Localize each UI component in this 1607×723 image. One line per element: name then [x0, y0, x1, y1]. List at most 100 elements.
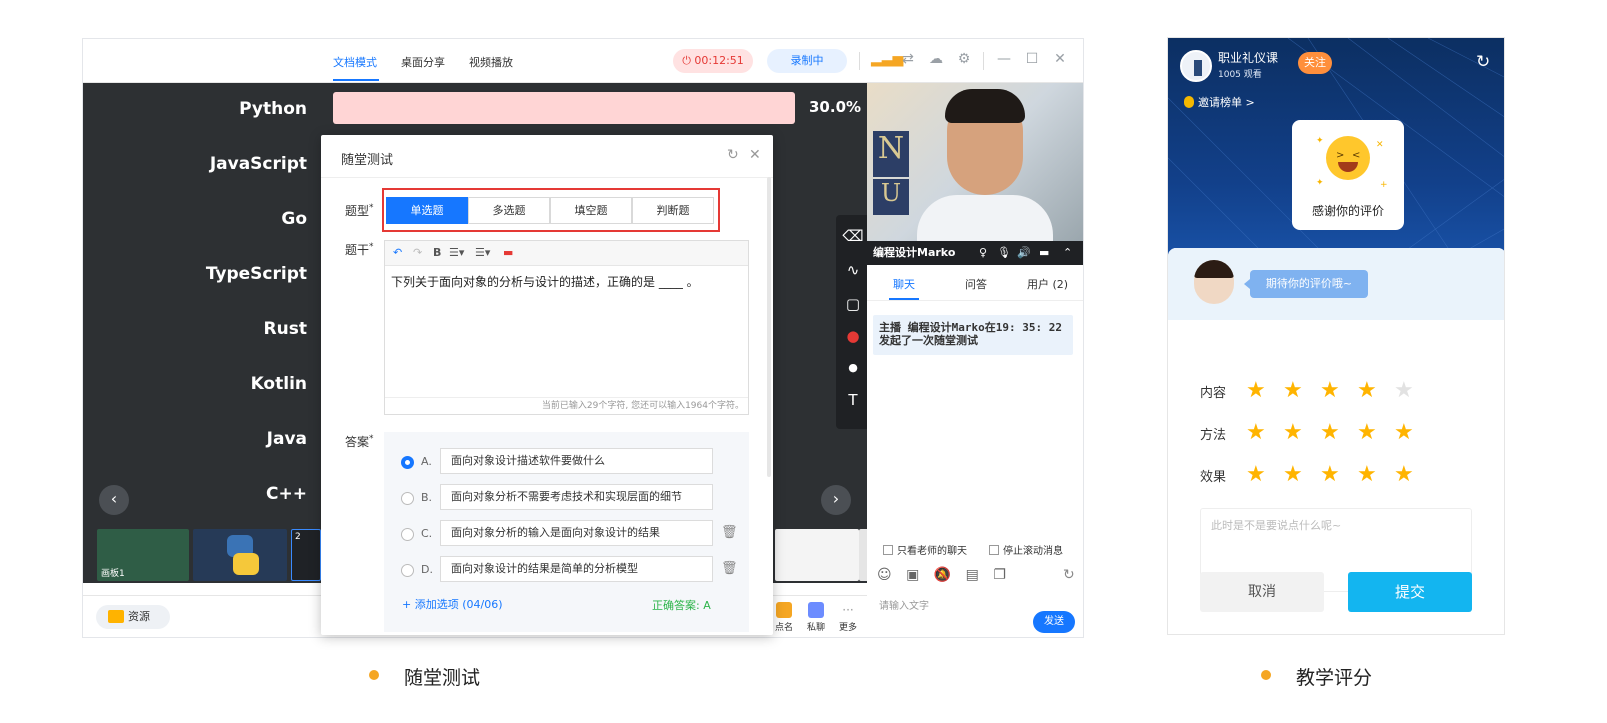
class-timer[interactable]: ⏻ 00:12:51 — [673, 49, 753, 73]
eraser-icon[interactable]: ⌫ — [836, 227, 870, 245]
option-d-input[interactable]: 面向对象设计的结果是简单的分析模型 — [440, 556, 713, 582]
user-icon[interactable]: ♀ — [979, 241, 987, 265]
trash-icon[interactable]: 🗑 — [721, 525, 738, 540]
tab-chat[interactable]: 聊天 — [893, 276, 915, 292]
settings-icon[interactable]: ⚙ — [955, 51, 973, 67]
resource-button[interactable]: 资源 — [96, 605, 170, 629]
send-button[interactable]: 发送 — [1033, 611, 1075, 633]
image-icon[interactable]: ▣ — [906, 567, 919, 583]
tie-icon — [1194, 60, 1202, 76]
star-icon[interactable]: ★ — [1283, 380, 1303, 402]
close-icon[interactable]: ✕ — [1051, 51, 1069, 67]
microphone-icon[interactable]: 🎙 — [997, 241, 1011, 265]
star-icon[interactable]: ★ — [1246, 464, 1266, 486]
private-chat-button[interactable]: 私聊 — [801, 602, 831, 633]
star-icon[interactable]: ★ — [1246, 380, 1266, 402]
rectangle-icon[interactable]: ▢ — [836, 295, 870, 313]
star-icon[interactable]: ★ — [1320, 464, 1340, 486]
image-insert-icon[interactable]: ▬ — [503, 246, 513, 259]
option-b-input[interactable]: 面向对象分析不需要考虑技术和实现层面的细节 — [440, 484, 713, 510]
redo-icon[interactable]: ↷ — [413, 246, 422, 259]
option-a-input[interactable]: 面向对象设计描述软件要做什么 — [440, 448, 713, 474]
thumbnail-slide[interactable] — [775, 529, 859, 581]
dialog-scrollbar[interactable] — [767, 177, 771, 477]
type-true-false[interactable]: 判断题 — [632, 197, 714, 224]
pen-icon[interactable]: ∿ — [836, 261, 870, 279]
refresh-icon[interactable]: ↻ — [1063, 567, 1075, 583]
star-icon[interactable]: ★ — [1357, 422, 1377, 444]
type-fill-blank[interactable]: 填空题 — [550, 197, 632, 224]
view-count: 1005 观看 — [1218, 70, 1262, 80]
trash-icon[interactable]: 🗑 — [721, 561, 738, 576]
chat-input[interactable]: 请输入文字 — [879, 597, 929, 612]
add-option-button[interactable]: + 添加选项 (04/06) — [402, 596, 503, 612]
type-single-choice[interactable]: 单选题 — [386, 197, 468, 224]
star-icon[interactable]: ★ — [1320, 380, 1340, 402]
speaker-icon[interactable]: 🔊 — [1017, 241, 1031, 265]
reload-icon[interactable]: ↻ — [727, 147, 739, 163]
option-b-radio[interactable] — [401, 492, 414, 505]
star-icon[interactable]: ★ — [1394, 380, 1414, 402]
roll-call-button[interactable]: 点名 — [769, 602, 799, 633]
close-icon[interactable]: ✕ — [749, 147, 761, 163]
prev-slide-button[interactable]: ‹ — [99, 485, 129, 515]
option-c-input[interactable]: 面向对象分析的输入是面向对象设计的结果 — [440, 520, 713, 546]
star-icon[interactable]: ★ — [1394, 422, 1414, 444]
course-avatar[interactable] — [1180, 50, 1212, 82]
maximize-icon[interactable]: ☐ — [1023, 51, 1041, 67]
bullet-list-icon[interactable]: ☰▾ — [475, 246, 490, 259]
switch-icon[interactable]: ⇄ — [899, 51, 917, 67]
star-icon[interactable]: ★ — [1283, 464, 1303, 486]
undo-icon[interactable]: ↶ — [393, 246, 402, 259]
thumbnail-python[interactable] — [193, 529, 287, 581]
upload-cloud-icon[interactable]: ☁ — [927, 51, 945, 67]
cancel-button[interactable]: 取消 — [1200, 572, 1324, 612]
teacher-hair — [1194, 260, 1234, 278]
thumbnail-whiteboard[interactable]: 画板1 — [97, 529, 189, 581]
type-multi-choice[interactable]: 多选题 — [468, 197, 550, 224]
collapse-icon[interactable]: ⌃ — [1063, 241, 1072, 265]
tab-users[interactable]: 用户 (2) — [1027, 276, 1068, 292]
minimize-icon[interactable]: — — [995, 51, 1013, 67]
laughing-face-icon: > < — [1326, 136, 1370, 180]
roll-call-label: 点名 — [774, 623, 793, 633]
screen-icon[interactable]: ▬ — [1039, 241, 1049, 265]
star-icon[interactable]: ★ — [1246, 422, 1266, 444]
star-icon[interactable]: ★ — [1357, 464, 1377, 486]
banner-letter: U — [873, 179, 909, 215]
bold-icon[interactable]: B — [433, 246, 441, 259]
more-button[interactable]: ··· 更多 — [833, 602, 863, 633]
teacher-video[interactable]: N U — [867, 83, 1083, 241]
ordered-list-icon[interactable]: ☰▾ — [449, 246, 464, 259]
tab-qa[interactable]: 问答 — [965, 276, 987, 292]
stem-label-text: 题干 — [345, 243, 370, 257]
message-icon[interactable]: ▤ — [966, 567, 979, 583]
stop-scroll-checkbox[interactable]: 停止滚动消息 — [989, 542, 1063, 557]
text-tool-icon[interactable]: T — [836, 391, 870, 409]
refresh-icon[interactable]: ↻ — [1476, 52, 1490, 72]
star-icon[interactable]: ★ — [1283, 422, 1303, 444]
invite-ranking-link[interactable]: 邀请榜单 > — [1184, 94, 1255, 110]
recording-button[interactable]: 录制中 — [767, 49, 847, 73]
copy-icon[interactable]: ❐ — [993, 567, 1006, 583]
option-d-radio[interactable] — [401, 564, 414, 577]
signal-icon[interactable]: ▂▃▅ — [871, 51, 903, 67]
star-icon[interactable]: ★ — [1394, 464, 1414, 486]
tab-document-mode[interactable]: 文档模式 — [333, 54, 377, 70]
question-stem-editor[interactable]: ↶ ↷ B ☰▾ ☰▾ ▬ 下列关于面向对象的分析与设计的描述，正确的是 ___… — [384, 240, 749, 415]
follow-button[interactable]: 关注 — [1298, 52, 1332, 74]
option-c-radio[interactable] — [401, 528, 414, 541]
tab-desktop-share[interactable]: 桌面分享 — [401, 54, 445, 70]
submit-button[interactable]: 提交 — [1348, 572, 1472, 612]
brush-size-icon[interactable]: ● — [836, 361, 870, 374]
emoji-icon[interactable]: ☺ — [877, 567, 892, 583]
option-a-radio[interactable] — [401, 456, 414, 469]
mute-icon[interactable]: 🔕 — [934, 567, 951, 583]
tab-video-play[interactable]: 视频播放 — [469, 54, 513, 70]
color-picker-icon[interactable]: ● — [836, 327, 870, 345]
thumbnail-current[interactable]: 2 — [291, 529, 321, 581]
next-slide-button[interactable]: › — [821, 485, 851, 515]
star-icon[interactable]: ★ — [1357, 380, 1377, 402]
only-teacher-checkbox[interactable]: 只看老师的聊天 — [883, 542, 967, 557]
star-icon[interactable]: ★ — [1320, 422, 1340, 444]
